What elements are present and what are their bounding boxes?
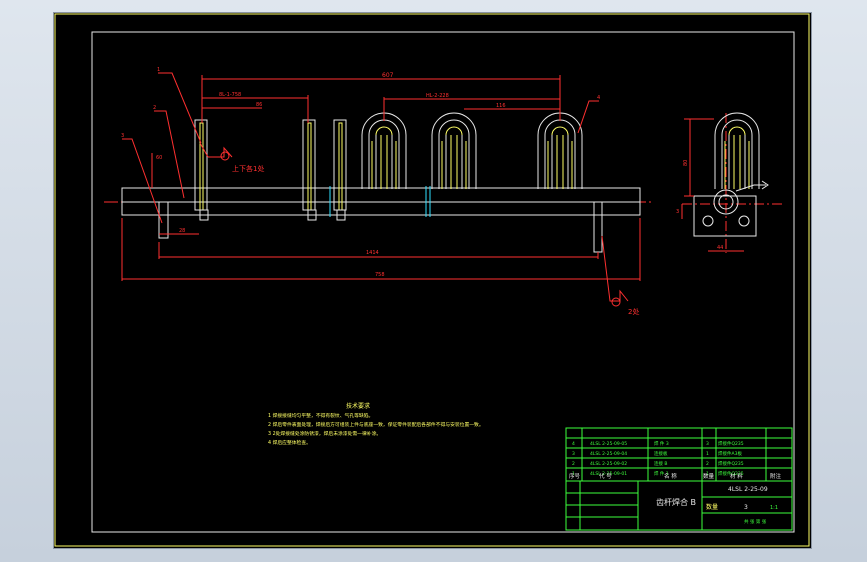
bom-cell-code: 4LSL 2-25-09-05 — [590, 441, 627, 447]
bom-cell-no: 3 — [572, 451, 575, 457]
side-dim-small: 3 — [676, 209, 679, 215]
u-bolt-clamp-3 — [537, 112, 583, 189]
side-hole-left — [702, 215, 714, 227]
main-view — [104, 112, 654, 253]
scale-value: 1:1 — [770, 505, 778, 511]
bom-header-qty: 数量 — [703, 472, 715, 480]
plate-posts — [194, 119, 347, 221]
post-3 — [333, 119, 347, 211]
dim-overall: 607 — [382, 72, 394, 79]
post-3-core — [338, 122, 343, 211]
bom-cell-qty: 3 — [706, 441, 709, 447]
balloon-3: 3 — [121, 133, 124, 139]
side-u-bolt — [714, 112, 760, 189]
bom-cell-no: 4 — [572, 441, 575, 447]
notes-line: 4 焊后应整体检查。 — [268, 439, 311, 446]
dim-d5: 60 — [156, 155, 162, 161]
side-dim-width: 44 — [717, 245, 723, 251]
bom-cell-material: 焊接件Q235 — [718, 460, 744, 467]
dim-d3: HL-2-228 — [426, 93, 449, 99]
side-u-bolt-clamp — [714, 112, 760, 189]
bom-cell-material: 焊接件A3板 — [718, 450, 742, 457]
dim-d7: 1414 — [366, 250, 379, 256]
side-dim-height: 80 — [683, 160, 689, 166]
dim-d8: 758 — [375, 272, 385, 278]
side-hole-right — [738, 215, 750, 227]
sheet-inner-frame — [91, 31, 795, 533]
cad-viewport[interactable]: 607 8L-1-758 86 HL-2-228 116 60 28 1 4 1 4 … — [54, 13, 811, 548]
bom-text: 4 4LSL 2-25-09-05 焊 件 3 3 焊接件Q235 3 4LSL 2-25-… — [569, 440, 782, 480]
side-block — [693, 195, 757, 237]
post-2 — [302, 119, 316, 211]
quantity-label: 数量 — [706, 503, 718, 511]
part-name: 齿杆焊合 B — [656, 497, 696, 507]
bom-header-note: 附注 — [770, 472, 782, 480]
notes-title: 技术要求 — [346, 402, 370, 410]
leaders: 1 2 3 4 — [121, 67, 600, 224]
bom-header-no: 序号 — [569, 472, 581, 480]
sheet-count: 共 张 第 张 — [744, 518, 767, 525]
bom-cell-material: 焊接件Q235 — [718, 440, 744, 447]
u-bolt-clamp-1 — [361, 112, 407, 189]
post-1-core — [199, 122, 204, 211]
bom-header-name: 名 称 — [664, 472, 677, 480]
quantity-value: 3 — [744, 504, 748, 511]
bom-cell-qty: 2 — [706, 461, 709, 467]
right-stud — [593, 201, 603, 253]
bom-cell-name: 连接 B — [654, 460, 668, 467]
bom-header-code: 代 号 — [599, 472, 612, 480]
bom-cell-code: 4LSL 2-25-09-02 — [590, 461, 627, 467]
u-bolt-clamps — [361, 112, 583, 189]
notes-lines: 1 焊接接缝均匀平整，不得有裂纹、气孔等缺陷。 2 焊后零件表面处理，焊接后方可组… — [268, 412, 484, 446]
dim-d1: 8L-1-758 — [219, 92, 241, 98]
notes-line: 3 2处焊接缝处涂防锈漆，焊后未涂漆处需一律补涂。 — [268, 430, 381, 437]
side-view: 80 44 3 — [676, 112, 782, 253]
post-2-core — [307, 122, 312, 211]
drawing-number: 4LSL 2-25-09 — [728, 486, 768, 493]
balloon-4: 4 — [597, 95, 600, 101]
left-bolt — [158, 201, 169, 239]
bom-cell-name: 焊 件 3 — [654, 440, 669, 447]
weld-note-two: 2处 — [628, 307, 639, 316]
balloon-1: 1 — [157, 67, 160, 73]
bom-header-material: 材 料 — [730, 472, 743, 480]
u-bolt-clamp-2 — [431, 112, 477, 189]
weld-note-up-down: 上下各1处 — [232, 164, 264, 173]
drawing-canvas: 607 8L-1-758 86 HL-2-228 116 60 28 1 4 1 4 … — [54, 13, 810, 547]
dim-d4: 116 — [496, 103, 506, 109]
bom-cell-qty: 1 — [706, 451, 709, 457]
balloon-2: 2 — [153, 105, 156, 111]
dim-d2: 86 — [256, 102, 262, 108]
bom-cell-no: 2 — [572, 461, 575, 467]
bom-cell-code: 4LSL 2-25-09-04 — [590, 451, 627, 457]
notes-line: 1 焊接接缝均匀平整，不得有裂纹、气孔等缺陷。 — [268, 412, 373, 419]
weld-symbols: 上下各1处 2处 — [199, 142, 639, 316]
notes-line: 2 焊后零件表面处理，焊接后方可组装上件与底座一致，保证零件装配后各部件不得与安… — [268, 421, 484, 428]
bom-cell-name: 连接板 — [654, 450, 668, 457]
dim-d6: 28 — [179, 228, 185, 234]
